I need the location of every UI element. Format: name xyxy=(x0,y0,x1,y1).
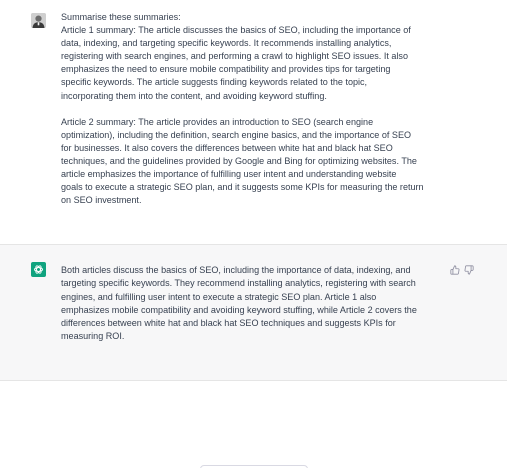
user-line: emphasizes the need to ensure mobile com… xyxy=(61,64,391,75)
user-message-paragraph-2: Article 2 summary: The article provides … xyxy=(61,116,449,208)
assistant-line: emphasizes mobile compatibility and avoi… xyxy=(61,304,417,315)
user-line: data, indexing, and targeting specific k… xyxy=(61,38,392,49)
openai-logo-icon xyxy=(31,262,46,277)
user-line: incorporating them into the content, and… xyxy=(61,90,327,101)
user-line: goals to execute a strategic SEO plan, a… xyxy=(61,182,424,193)
user-line: techniques, and the guidelines provided … xyxy=(61,155,417,166)
user-line: optimization), including the definition,… xyxy=(61,129,412,140)
user-line: Article 2 summary: The article provides … xyxy=(61,116,374,127)
assistant-line: differences between white hat and black … xyxy=(61,318,396,329)
thumbs-up-icon xyxy=(449,264,459,275)
user-message: Summarise these summaries: Article 1 sum… xyxy=(61,11,449,207)
user-avatar-icon xyxy=(31,13,46,28)
assistant-line: targeting specific keywords. They recomm… xyxy=(61,278,416,289)
user-line: for businesses. It also covers the diffe… xyxy=(61,142,393,153)
user-line: Summarise these summaries: xyxy=(61,12,181,22)
user-turn: Summarise these summaries: Article 1 sum… xyxy=(0,0,507,244)
assistant-line: engines, and fulfilling user intent to e… xyxy=(61,291,377,302)
assistant-line: measuring ROI. xyxy=(61,331,125,342)
chat-page: Summarise these summaries: Article 1 sum… xyxy=(0,0,507,468)
user-line: Article 1 summary: The article discusses… xyxy=(61,25,411,36)
thumbs-up-button[interactable] xyxy=(449,264,460,275)
user-line: article emphasizes the importance of ful… xyxy=(61,169,397,180)
feedback-buttons xyxy=(449,264,474,275)
assistant-message: Both articles discuss the basics of SEO,… xyxy=(61,264,449,344)
thumbs-down-button[interactable] xyxy=(463,264,474,275)
thumbs-down-icon xyxy=(464,264,474,275)
assistant-turn: Both articles discuss the basics of SEO,… xyxy=(0,244,507,381)
user-message-paragraph-1: Summarise these summaries: Article 1 sum… xyxy=(61,11,449,103)
user-line: on SEO investment. xyxy=(61,195,142,206)
user-line: specific keywords. The article suggests … xyxy=(61,77,368,88)
assistant-line: Both articles discuss the basics of SEO,… xyxy=(61,265,411,275)
user-line: registering with search engines, and per… xyxy=(61,51,408,62)
assistant-message-paragraph: Both articles discuss the basics of SEO,… xyxy=(61,264,449,344)
